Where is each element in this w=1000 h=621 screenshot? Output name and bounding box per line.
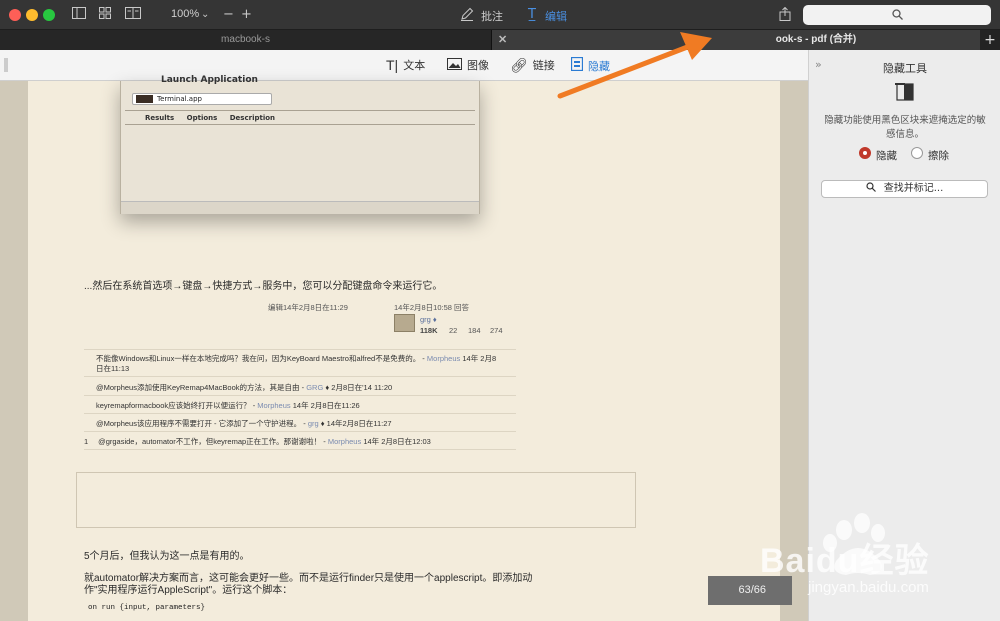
radio-erase[interactable] [911, 147, 923, 159]
radio-erase-label: 擦除 [928, 150, 949, 162]
baidu-watermark: Baidu经验 jingyan.baidu.com [760, 513, 990, 613]
radio-redact[interactable] [859, 147, 871, 159]
sidebar-description: 隐藏功能使用黑色区块来遮掩选定的敏感信息。 [824, 115, 986, 140]
redact-tool-icon [895, 82, 915, 106]
radio-redact-label: 隐藏 [876, 150, 897, 162]
find-and-mark-button[interactable]: 查找并标记... [821, 180, 988, 198]
find-and-mark-label: 查找并标记... [883, 183, 944, 194]
search-icon [866, 182, 884, 194]
watermark-brand: Baidu经验 [760, 542, 930, 580]
watermark-url: jingyan.baidu.com [808, 579, 929, 596]
sidebar-title: 隐藏工具 [883, 62, 927, 75]
